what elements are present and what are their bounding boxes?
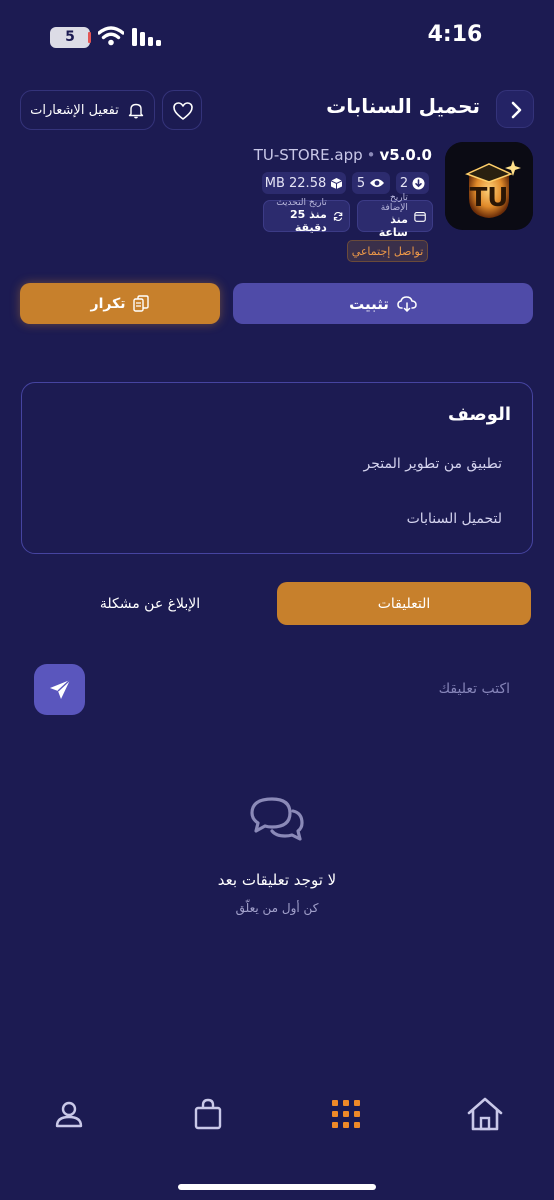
app-icon: TU xyxy=(445,142,533,230)
tab-comments[interactable]: التعليقات xyxy=(277,582,531,625)
tab-report-problem[interactable]: الإبلاغ عن مشكلة xyxy=(30,582,270,625)
nav-profile[interactable] xyxy=(47,1092,91,1136)
added-label: تاريخ الإضافة xyxy=(380,193,408,213)
send-icon xyxy=(49,678,70,699)
clock: 4:16 xyxy=(427,22,483,47)
svg-text:TU: TU xyxy=(470,183,509,213)
added-date-box: تاريخ الإضافة منذ ساعة xyxy=(357,193,433,239)
empty-comments-title: لا توجد تعليقات بعد xyxy=(217,871,337,889)
nav-apps[interactable] xyxy=(324,1092,368,1136)
signal-icon xyxy=(132,28,161,46)
description-line: لتحميل السنابات xyxy=(406,511,502,527)
enable-notifications-button[interactable]: تفعيل الإشعارات xyxy=(20,90,155,130)
comment-input[interactable] xyxy=(100,664,510,714)
category-badge[interactable]: تواصل إجتماعي xyxy=(347,240,428,262)
heart-icon xyxy=(173,102,193,120)
wifi-icon xyxy=(98,26,124,46)
box-icon xyxy=(331,177,343,189)
install-button[interactable]: تثبيت xyxy=(233,283,533,324)
version-row: TU-STORE.app • v5.0.0 xyxy=(253,146,433,164)
views-badge: 5 xyxy=(352,172,390,194)
back-button[interactable] xyxy=(496,90,534,128)
favorite-button[interactable] xyxy=(162,90,202,130)
send-comment-button[interactable] xyxy=(34,664,85,715)
developer-name: TU-STORE.app xyxy=(253,146,363,164)
grid-icon xyxy=(332,1100,360,1128)
updated-date-box: تاريخ التحديث منذ 25 دقيقة xyxy=(263,198,350,234)
updated-value: منذ 25 دقيقة xyxy=(290,208,327,234)
views-count: 5 xyxy=(356,175,366,191)
duplicate-button[interactable]: تكرار xyxy=(20,283,220,324)
nav-home[interactable] xyxy=(463,1092,507,1136)
updated-label: تاريخ التحديث xyxy=(276,198,327,208)
profile-icon xyxy=(55,1101,83,1128)
battery-indicator: 5 xyxy=(50,27,91,48)
app-size: MB 22.58 xyxy=(264,175,327,191)
download-icon xyxy=(412,177,425,189)
description-line: تطبيق من تطوير المتجر xyxy=(363,456,502,472)
refresh-icon xyxy=(333,211,343,221)
home-indicator xyxy=(178,1184,376,1190)
description-title: الوصف xyxy=(447,404,511,425)
app-logo: TU xyxy=(445,142,533,230)
cloud-download-icon xyxy=(397,295,417,312)
bag-icon xyxy=(194,1098,222,1130)
calendar-icon xyxy=(414,211,426,222)
home-icon xyxy=(467,1097,503,1131)
chat-bubbles-icon xyxy=(250,797,304,841)
eye-icon xyxy=(370,179,385,187)
app-version: v5.0.0 xyxy=(379,146,433,164)
notifications-label: تفعيل الإشعارات xyxy=(30,102,119,118)
bell-icon xyxy=(128,103,144,119)
nav-store[interactable] xyxy=(186,1092,230,1136)
downloads-count: 2 xyxy=(399,175,409,191)
empty-comments-subtitle: كن أول من يعلّق xyxy=(235,901,319,915)
downloads-badge: 2 xyxy=(396,172,429,194)
added-value: منذ ساعة xyxy=(378,213,408,239)
install-label: تثبيت xyxy=(349,294,389,313)
duplicate-label: تكرار xyxy=(90,295,126,312)
page-title: تحميل السنابات xyxy=(326,94,480,118)
chevron-right-icon xyxy=(511,101,522,119)
size-badge: MB 22.58 xyxy=(262,172,346,194)
copy-icon xyxy=(133,295,150,312)
